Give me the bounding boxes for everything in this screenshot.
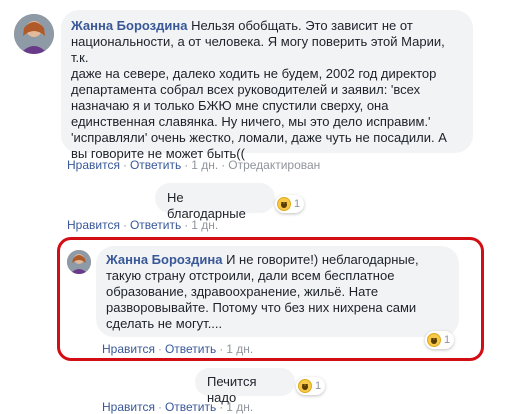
avatar-zhanna[interactable] — [14, 14, 54, 54]
comment-bubble: Не благодарные — [155, 183, 275, 221]
reaction-badge[interactable]: 1 — [275, 195, 305, 213]
comment-text-line: даже на севере, далеко ходить не будем, … — [71, 66, 437, 81]
comment-bubble: Жанна Бороздина И не говорите!) неблагод… — [96, 246, 459, 337]
comment-text-line: национальности, а от человека. Я могу по… — [71, 34, 445, 65]
like-link[interactable]: Нравится — [67, 218, 120, 232]
reply-link[interactable]: Ответить — [130, 158, 181, 172]
reaction-count: 1 — [315, 380, 322, 392]
comment-actions: Нравится · Ответить · 1 дн. — [102, 342, 254, 356]
comment-text-line: Нельзя обобщать. Это зависит не от — [191, 18, 413, 33]
comment-text-line: сделать не могут.... — [106, 316, 223, 331]
like-link[interactable]: Нравится — [67, 158, 120, 172]
comment-text-line: департамента собрал всех руководителей и… — [71, 82, 421, 97]
haha-emoji-icon — [277, 197, 291, 211]
reaction-badge[interactable]: 1 — [296, 377, 326, 395]
comment-text-line: образование, здравоохранение, жильё. Нат… — [106, 284, 379, 299]
reply-link[interactable]: Ответить — [130, 218, 181, 232]
comment-actions: Нравится · Ответить · 1 дн. · Отредактирован — [67, 158, 321, 172]
like-link[interactable]: Нравится — [102, 342, 155, 356]
comment-author[interactable]: Жанна Бороздина — [71, 18, 187, 33]
comment-text-line: И не говорите!) неблагодарные, — [226, 252, 419, 267]
haha-emoji-icon — [298, 379, 312, 393]
comment-text-line: единственная славянка. Ну ничего, мы это… — [71, 114, 431, 129]
profile-photo-icon — [67, 250, 91, 274]
avatar-zhanna[interactable] — [67, 250, 91, 274]
edited-label[interactable]: Отредактирован — [228, 158, 320, 172]
comment-actions: Нравится · Ответить · 1 дн. — [67, 218, 219, 232]
comment-text: Не благодарные — [167, 190, 246, 221]
hidden-author-area — [0, 180, 160, 212]
reply-link[interactable]: Ответить — [165, 342, 216, 356]
reaction-count: 1 — [294, 198, 301, 210]
comment-text-line: 'исправляли' очень жестко, ломали, даже … — [71, 130, 447, 145]
reaction-count: 1 — [444, 334, 451, 346]
profile-photo-icon — [14, 14, 54, 54]
comment-text-line: назначаю я и только БЖЮ мне спустили све… — [71, 98, 389, 113]
comment-bubble: Печится надо — [195, 368, 295, 405]
timestamp[interactable]: 1 дн. — [191, 158, 218, 172]
comment-text-line: разворовывайте. Потому что без них нихре… — [106, 300, 417, 315]
comment-bubble: Жанна Бороздина Нельзя обобщать. Это зав… — [61, 10, 473, 161]
reaction-badge[interactable]: 1 — [425, 331, 455, 349]
timestamp[interactable]: 1 дн. — [226, 342, 253, 356]
comment-author[interactable]: Жанна Бороздина — [106, 252, 222, 267]
haha-emoji-icon — [427, 333, 441, 347]
comment-text-line: такую страну отстроили, дали всем беспла… — [106, 268, 395, 283]
timestamp[interactable]: 1 дн. — [191, 218, 218, 232]
